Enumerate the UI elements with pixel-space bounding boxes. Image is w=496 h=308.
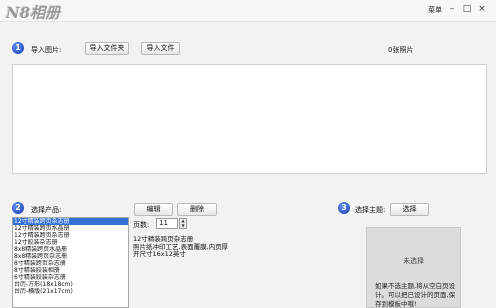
spin-down-icon[interactable]: ▼ — [180, 223, 186, 229]
step-3-badge: 3 — [338, 202, 350, 214]
import-label: 导入图片: — [31, 46, 62, 54]
product-list-item[interactable]: 台历-方形(18x18cm) — [13, 281, 128, 288]
maximize-icon[interactable]: □ — [461, 3, 473, 15]
title-bar: N8相册 菜单 – □ × — [0, 0, 496, 22]
step-2-badge: 2 — [12, 202, 24, 214]
product-list-item[interactable]: 8x8精装跨页水晶册 — [13, 246, 128, 253]
theme-hint: 如果不选主题,将从空白页设计。可以把已设计的页面,保存到模板中哦! — [375, 282, 456, 308]
photo-import-area[interactable] — [12, 64, 487, 174]
product-list-item[interactable]: 12寸精装跨页杂志册 — [13, 218, 128, 225]
product-list-item[interactable]: 12寸精装跨页杂志册 — [13, 232, 128, 239]
pages-stepper[interactable]: ▲ ▼ — [179, 218, 187, 229]
edit-button[interactable]: 编辑 — [134, 203, 173, 216]
product-list-item[interactable]: 6寸精装胶装杂志册 — [13, 274, 128, 281]
select-theme-button[interactable]: 选择 — [390, 203, 429, 216]
pages-label: 页数: — [133, 221, 150, 229]
product-list[interactable]: 12寸精装跨页杂志册 12寸精装跨页水晶册 12寸精装跨页杂志册 12寸胶装杂志册 8x… — [12, 217, 129, 308]
menu-button[interactable]: 菜单 — [428, 5, 442, 15]
step-1-badge: 1 — [12, 42, 24, 54]
product-desc-line-2: 开尺寸16x12英寸 — [133, 250, 186, 258]
import-file-button[interactable]: 导入文件 — [141, 42, 180, 55]
import-folder-button[interactable]: 导入文件夹 — [85, 42, 129, 55]
delete-button[interactable]: 删除 — [177, 203, 217, 216]
theme-preview[interactable]: 未选择 如果不选主题,将从空白页设计。可以把已设计的页面,保存到模板中哦! — [366, 227, 461, 308]
minimize-icon[interactable]: – — [446, 3, 458, 15]
product-list-item[interactable]: 台历-横版(21x17cm) — [13, 288, 128, 295]
product-list-item[interactable]: 12寸精装跨页水晶册 — [13, 225, 128, 232]
theme-label: 选择主题: — [355, 206, 386, 214]
product-list-item[interactable]: 8寸精装胶装相册 — [13, 267, 128, 274]
product-list-item[interactable]: 8寸精装跨页杂志册 — [13, 260, 128, 267]
photo-count: 0张照片 — [388, 46, 414, 54]
pages-input[interactable]: 11 — [156, 218, 178, 229]
close-icon[interactable]: × — [476, 3, 488, 15]
product-list-item[interactable]: 8x8精装跨页杂志册 — [13, 253, 128, 260]
no-theme-text: 未选择 — [403, 257, 424, 265]
app-logo: N8相册 — [6, 4, 61, 22]
product-list-item[interactable]: 12寸胶装杂志册 — [13, 239, 128, 246]
product-label: 选择产品: — [31, 206, 62, 214]
